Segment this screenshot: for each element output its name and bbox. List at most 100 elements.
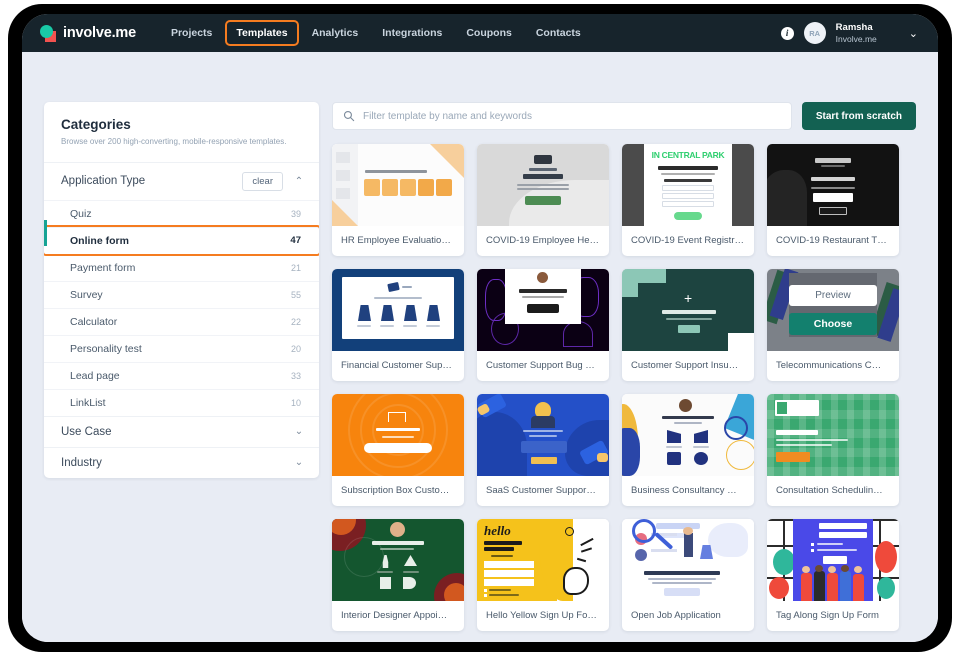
group-label: Application Type xyxy=(61,175,242,187)
template-card[interactable]: COVID-19 Employee He… xyxy=(477,144,609,256)
selected-row-accent-bar xyxy=(44,220,47,246)
avatar[interactable]: RA xyxy=(804,22,826,44)
category-count: 10 xyxy=(291,398,301,408)
chevron-down-icon[interactable]: ⌄ xyxy=(293,457,305,468)
template-title: Open Job Application xyxy=(622,601,754,631)
user-menu[interactable]: Ramsha Involve.me xyxy=(836,22,877,45)
template-title: SaaS Customer Suppor… xyxy=(477,476,609,506)
template-title: Customer Support Insu… xyxy=(622,351,754,381)
template-title: Tag Along Sign Up Form xyxy=(767,601,899,631)
chevron-down-icon[interactable]: ⌄ xyxy=(293,426,305,437)
template-card[interactable]: HR Employee Evaluatio… xyxy=(332,144,464,256)
category-label: Quiz xyxy=(70,208,291,220)
template-card[interactable]: Preview Choose Telecommunications C… xyxy=(767,269,899,381)
sidebar-item-calculator[interactable]: Calculator 22 xyxy=(44,308,319,335)
templates-main-panel: Start from scratch xyxy=(332,102,916,631)
template-title: Business Consultancy … xyxy=(622,476,754,506)
group-header-use-case[interactable]: Use Case ⌄ xyxy=(44,416,319,447)
template-card[interactable]: Interior Designer Appoi… xyxy=(332,519,464,631)
sidebar-item-lead-page[interactable]: Lead page 33 xyxy=(44,362,319,389)
device-bezel: involve.me Projects Templates Analytics … xyxy=(8,4,952,652)
group-label: Industry xyxy=(61,457,293,469)
group-header-industry[interactable]: Industry ⌄ xyxy=(44,447,319,478)
nav-item-analytics[interactable]: Analytics xyxy=(303,22,368,44)
start-from-scratch-button[interactable]: Start from scratch xyxy=(802,102,916,130)
template-card[interactable]: + Customer Support Insu… xyxy=(622,269,754,381)
category-count: 33 xyxy=(291,371,301,381)
nav-right-cluster: i RA Ramsha Involve.me ⌄ xyxy=(781,22,918,45)
category-count: 20 xyxy=(291,344,301,354)
template-thumbnail xyxy=(477,144,609,226)
clear-filters-button[interactable]: clear xyxy=(242,172,283,191)
user-name: Ramsha xyxy=(836,22,877,34)
category-label: Payment form xyxy=(70,262,291,274)
categories-subtitle: Browse over 200 high-converting, mobile-… xyxy=(61,137,302,148)
template-thumbnail xyxy=(477,394,609,476)
top-navigation-bar: involve.me Projects Templates Analytics … xyxy=(22,14,938,52)
template-card[interactable]: Business Consultancy … xyxy=(622,394,754,506)
category-label: Lead page xyxy=(70,370,291,382)
chevron-down-icon[interactable]: ⌄ xyxy=(909,27,918,40)
logo-text: involve.me xyxy=(63,25,136,41)
category-count: 22 xyxy=(291,317,301,327)
template-thumbnail xyxy=(767,519,899,601)
template-thumbnail: IN CENTRAL PARK xyxy=(622,144,754,226)
app-logo[interactable]: involve.me xyxy=(40,25,136,42)
info-icon[interactable]: i xyxy=(781,27,794,40)
chevron-up-icon[interactable]: ⌃ xyxy=(293,176,305,187)
template-card[interactable]: Customer Support Bug … xyxy=(477,269,609,381)
template-thumbnail xyxy=(332,519,464,601)
template-card[interactable]: COVID-19 Restaurant T… xyxy=(767,144,899,256)
choose-button[interactable]: Choose xyxy=(789,313,877,335)
category-label: Calculator xyxy=(70,316,291,328)
preview-button[interactable]: Preview xyxy=(789,285,877,306)
involveme-logo-icon xyxy=(40,25,57,42)
sidebar-item-linklist[interactable]: LinkList 10 xyxy=(44,389,319,416)
template-card[interactable]: Subscription Box Custo… xyxy=(332,394,464,506)
user-org: Involve.me xyxy=(836,34,877,45)
group-header-application-type[interactable]: Application Type clear ⌃ xyxy=(44,162,319,200)
category-count: 21 xyxy=(291,263,301,273)
nav-item-templates[interactable]: Templates xyxy=(227,22,296,44)
template-thumbnail: + xyxy=(622,269,754,351)
category-count: 47 xyxy=(290,235,301,246)
categories-sidebar: Categories Browse over 200 high-converti… xyxy=(44,102,319,478)
template-card[interactable]: Consultation Schedulin… xyxy=(767,394,899,506)
nav-item-contacts[interactable]: Contacts xyxy=(527,22,590,44)
category-label: Online form xyxy=(70,235,290,247)
template-title: Financial Customer Sup… xyxy=(332,351,464,381)
template-title: COVID-19 Employee He… xyxy=(477,226,609,256)
template-card[interactable]: SaaS Customer Suppor… xyxy=(477,394,609,506)
template-card[interactable]: Open Job Application xyxy=(622,519,754,631)
category-label: Personality test xyxy=(70,343,291,355)
template-card[interactable]: hello xyxy=(477,519,609,631)
category-label: Survey xyxy=(70,289,291,301)
template-thumbnail: Preview Choose xyxy=(767,269,899,351)
category-count: 39 xyxy=(291,209,301,219)
templates-grid: HR Employee Evaluatio… xyxy=(332,144,916,631)
template-card[interactable]: IN CENTRAL PARK COVID-19 Event Registr… xyxy=(622,144,754,256)
nav-item-coupons[interactable]: Coupons xyxy=(457,22,521,44)
template-card[interactable]: Tag Along Sign Up Form xyxy=(767,519,899,631)
template-thumbnail xyxy=(332,394,464,476)
search-icon xyxy=(343,110,355,122)
sidebar-item-survey[interactable]: Survey 55 xyxy=(44,281,319,308)
template-thumbnail xyxy=(477,269,609,351)
sidebar-item-online-form[interactable]: Online form 47 xyxy=(44,227,319,254)
nav-item-projects[interactable]: Projects xyxy=(162,22,221,44)
search-box[interactable] xyxy=(332,102,792,130)
template-title: Interior Designer Appoi… xyxy=(332,601,464,631)
search-input[interactable] xyxy=(363,111,781,122)
template-card[interactable]: Financial Customer Sup… xyxy=(332,269,464,381)
template-title: Subscription Box Custo… xyxy=(332,476,464,506)
template-title: Telecommunications C… xyxy=(767,351,899,381)
template-title: COVID-19 Restaurant T… xyxy=(767,226,899,256)
template-thumbnail xyxy=(332,269,464,351)
nav-item-integrations[interactable]: Integrations xyxy=(373,22,451,44)
template-thumbnail xyxy=(622,519,754,601)
category-label: LinkList xyxy=(70,397,291,409)
sidebar-item-payment-form[interactable]: Payment form 21 xyxy=(44,254,319,281)
template-title: Consultation Schedulin… xyxy=(767,476,899,506)
sidebar-item-personality-test[interactable]: Personality test 20 xyxy=(44,335,319,362)
sidebar-item-quiz[interactable]: Quiz 39 xyxy=(44,200,319,227)
